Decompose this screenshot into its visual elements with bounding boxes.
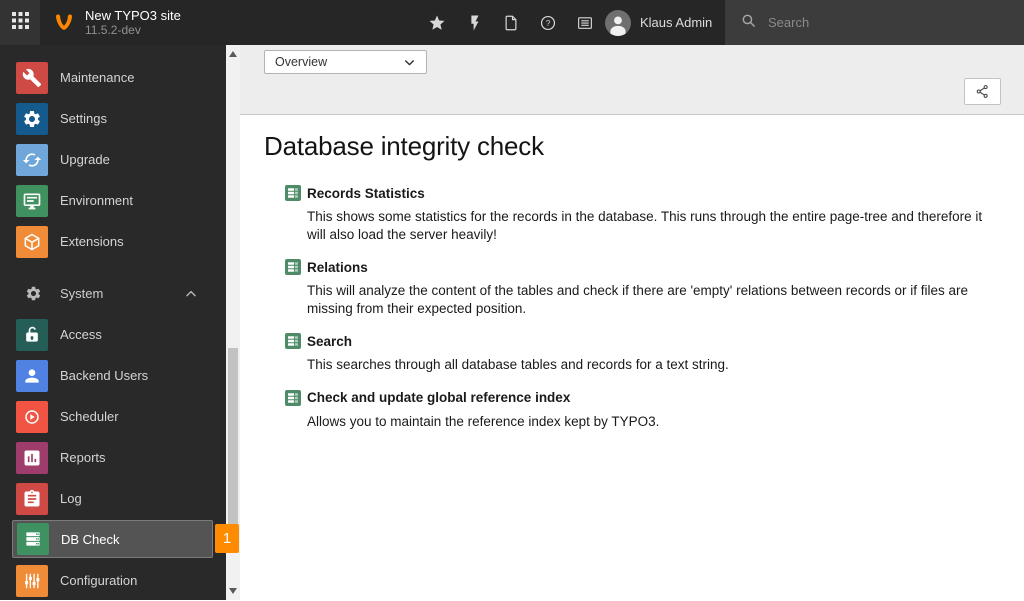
brand[interactable]: New TYPO3 site 11.5.2-dev [52, 0, 181, 45]
list-item: Relations This will analyze the content … [285, 259, 1000, 317]
chart-doc-icon [16, 441, 48, 474]
list-item: Search This searches through all databas… [285, 333, 1000, 374]
sidebar-item-log[interactable]: Log [0, 478, 240, 519]
check-item-title[interactable]: Search [307, 334, 352, 349]
sidebar-item-label: Backend Users [60, 368, 149, 383]
database-table-icon [285, 185, 301, 201]
sidebar-item-backend-users[interactable]: Backend Users [0, 355, 240, 396]
help-icon: ? [539, 14, 557, 32]
search-area [725, 0, 1024, 45]
check-item-description: This will analyze the content of the tab… [307, 283, 968, 316]
wrench-icon [16, 61, 48, 94]
shortcuts-button[interactable] [492, 0, 529, 45]
database-table-icon [285, 333, 301, 349]
scrollbar-thumb[interactable] [228, 348, 238, 548]
database-table-icon [285, 389, 301, 406]
typo3-logo-icon [52, 10, 76, 36]
help-button[interactable]: ? [529, 0, 566, 45]
sidebar-item-db-check[interactable]: DB Check [12, 520, 213, 558]
brand-text: New TYPO3 site 11.5.2-dev [85, 8, 181, 37]
function-dropdown[interactable]: Overview [264, 50, 427, 74]
sidebar-item-environment[interactable]: Environment [0, 180, 240, 221]
sidebar-item-upgrade[interactable]: Upgrade [0, 139, 240, 180]
top-bar: New TYPO3 site 11.5.2-dev ? Klaus Admin … [0, 0, 1024, 45]
monitor-icon [16, 184, 48, 217]
sidebar-item-label: Access [60, 327, 102, 342]
share-icon [975, 84, 990, 99]
sidebar-item-extensions[interactable]: Extensions [0, 221, 240, 262]
list-panel-icon [576, 14, 594, 32]
user-icon [16, 359, 48, 392]
app-grid-button[interactable] [0, 0, 40, 45]
gear-outline-icon [25, 285, 42, 302]
check-item-title[interactable]: Records Statistics [307, 186, 425, 201]
module-menu: Maintenance Settings Upgrade Environment… [0, 45, 240, 600]
avatar [605, 9, 631, 36]
typo3-version: 11.5.2-dev [85, 23, 141, 37]
sidebar-item-label: DB Check [61, 531, 120, 547]
list-item: Records Statistics This shows some stati… [285, 185, 1000, 243]
check-list: Records Statistics This shows some stati… [285, 185, 1000, 430]
star-icon [428, 14, 446, 32]
list-item: Check and update global reference index … [285, 389, 1000, 431]
sidebar-item-settings[interactable]: Settings [0, 98, 240, 139]
systeminfo-button[interactable] [566, 0, 603, 45]
sidebar-item-label: Extensions [60, 234, 124, 249]
sidebar-scrollbar[interactable] [226, 45, 240, 600]
site-title: New TYPO3 site [85, 8, 181, 23]
play-circle-icon [16, 400, 48, 433]
chevron-up-icon [184, 287, 198, 301]
module-body: Database integrity check Records Statist… [240, 115, 1024, 430]
document-icon [502, 14, 520, 32]
sidebar-item-label: Upgrade [60, 152, 110, 167]
sidebar-item-configuration[interactable]: Configuration [0, 560, 240, 601]
sidebar-section-label: System [60, 286, 104, 301]
check-item-title[interactable]: Relations [307, 260, 368, 275]
share-button[interactable] [964, 78, 1001, 105]
sidebar-item-label: Reports [60, 450, 106, 465]
sidebar-item-label: Maintenance [60, 70, 135, 85]
sidebar-item-label: Configuration [60, 573, 138, 588]
gear-icon [16, 102, 48, 135]
chevron-down-icon [403, 56, 416, 69]
content-area: Overview Database integrity check Record… [240, 45, 1024, 600]
page-title: Database integrity check [264, 131, 544, 161]
check-item-description: This searches through all database table… [307, 357, 729, 372]
toolbar: ? [418, 0, 603, 45]
clipboard-icon [16, 482, 48, 515]
database-icon [17, 523, 49, 555]
sidebar-section-system[interactable]: System [0, 273, 240, 314]
search-icon [740, 12, 757, 34]
doc-header: Overview [240, 45, 1024, 115]
sidebar-item-maintenance[interactable]: Maintenance [0, 57, 240, 98]
bolt-icon [465, 14, 483, 32]
scroll-down-arrow-icon[interactable] [229, 588, 237, 594]
app-grid-icon [11, 11, 29, 34]
sidebar-item-reports[interactable]: Reports [0, 437, 240, 478]
function-dropdown-value: Overview [275, 55, 328, 69]
unlock-icon [16, 318, 48, 351]
check-item-title[interactable]: Check and update global reference index [307, 390, 570, 405]
refresh-icon [16, 143, 48, 176]
sidebar-item-scheduler[interactable]: Scheduler [0, 396, 240, 437]
clear-cache-button[interactable] [455, 0, 492, 45]
cube-icon [16, 225, 48, 258]
check-item-description: This shows some statistics for the recor… [307, 209, 983, 242]
bookmarks-button[interactable] [418, 0, 455, 45]
sidebar-item-label: Settings [60, 111, 107, 126]
sidebar-item-access[interactable]: Access [0, 314, 240, 355]
sidebar-item-label: Scheduler [60, 409, 119, 424]
scroll-up-arrow-icon[interactable] [229, 51, 237, 57]
search-input[interactable] [768, 15, 988, 30]
sidebar-item-label: Environment [60, 193, 133, 208]
sliders-icon [16, 564, 48, 597]
user-menu[interactable]: Klaus Admin [605, 0, 712, 45]
svg-text:?: ? [545, 19, 550, 28]
user-name: Klaus Admin [640, 15, 713, 30]
db-check-badge: 1 [215, 524, 239, 553]
sidebar-item-label: Log [60, 491, 82, 506]
check-item-description: Allows you to maintain the reference ind… [307, 413, 660, 429]
database-table-icon [285, 259, 301, 275]
